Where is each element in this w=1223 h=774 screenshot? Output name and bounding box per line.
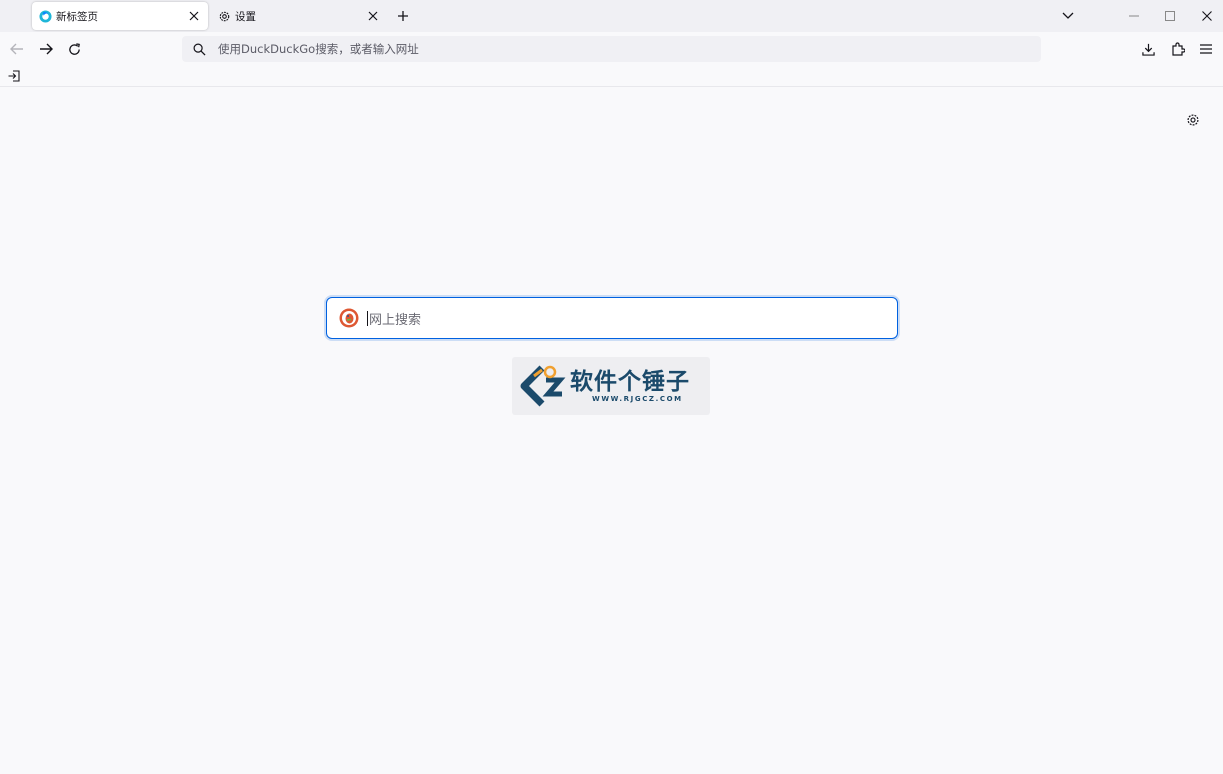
- menu-icon[interactable]: [1196, 39, 1216, 59]
- new-tab-button[interactable]: [394, 7, 412, 25]
- close-icon[interactable]: [365, 8, 381, 24]
- url-bar-placeholder: 使用DuckDuckGo搜索，或者输入网址: [218, 42, 419, 56]
- reload-button[interactable]: [64, 39, 84, 59]
- url-bar[interactable]: 使用DuckDuckGo搜索，或者输入网址: [182, 36, 1041, 62]
- forward-button[interactable]: [36, 39, 56, 59]
- import-icon[interactable]: [7, 69, 21, 83]
- watermark-url: WWW.RJGCZ.COM: [592, 395, 683, 403]
- gear-icon: [217, 9, 231, 23]
- rjgcz-logo-icon: [520, 365, 566, 407]
- chevron-down-icon[interactable]: [1059, 7, 1077, 25]
- new-tab-page: 网上搜索 软件个锤子 WWW.RJGCZ.COM: [0, 87, 1223, 774]
- watermark-title: 软件个锤子: [570, 369, 690, 395]
- tab-new-tab[interactable]: 新标签页: [32, 2, 208, 30]
- nav-toolbar: 使用DuckDuckGo搜索，或者输入网址: [0, 32, 1223, 66]
- gear-icon[interactable]: [1184, 111, 1202, 129]
- search-placeholder: 网上搜索: [369, 312, 422, 328]
- download-icon[interactable]: [1138, 39, 1158, 59]
- back-button[interactable]: [7, 39, 27, 59]
- tab-label: 新标签页: [56, 10, 98, 23]
- tab-label: 设置: [235, 10, 256, 23]
- extensions-icon[interactable]: [1168, 39, 1188, 59]
- tab-strip: 新标签页 设置: [0, 0, 1223, 32]
- maximize-button[interactable]: [1160, 6, 1180, 26]
- duckduckgo-icon: [339, 308, 359, 328]
- tab-settings[interactable]: 设置: [211, 2, 387, 30]
- text-caret: [367, 310, 368, 326]
- close-icon[interactable]: [186, 8, 202, 24]
- close-window-button[interactable]: [1197, 6, 1217, 26]
- minimize-button[interactable]: [1124, 6, 1144, 26]
- watermark-logo: 软件个锤子 WWW.RJGCZ.COM: [512, 357, 710, 415]
- bookmarks-toolbar: [0, 66, 1223, 87]
- search-icon: [192, 42, 206, 56]
- firefox-icon: [38, 9, 52, 23]
- search-input[interactable]: 网上搜索: [326, 297, 898, 339]
